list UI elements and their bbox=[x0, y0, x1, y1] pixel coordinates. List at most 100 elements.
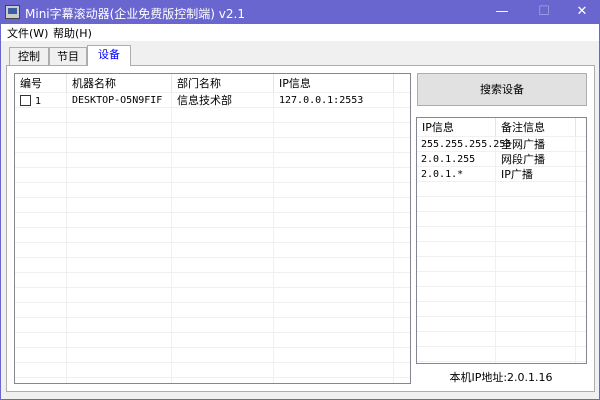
empty-row bbox=[15, 108, 410, 123]
empty-cell bbox=[172, 213, 274, 227]
tab-program[interactable]: 节目 bbox=[49, 47, 87, 66]
empty-cell bbox=[172, 228, 274, 242]
table-row[interactable]: 2.0.1.255 网段广播 bbox=[417, 152, 586, 167]
empty-cell bbox=[67, 138, 172, 152]
empty-row bbox=[15, 303, 410, 318]
empty-row bbox=[15, 243, 410, 258]
menu-help[interactable]: 帮助(H) bbox=[53, 25, 92, 41]
close-button[interactable]: ✕ bbox=[567, 3, 597, 21]
empty-cell bbox=[15, 243, 67, 257]
empty-cell bbox=[172, 138, 274, 152]
empty-cell bbox=[15, 288, 67, 302]
empty-row bbox=[15, 183, 410, 198]
table-header: 编号 机器名称 部门名称 IP信息 bbox=[15, 74, 410, 93]
empty-cell bbox=[496, 197, 576, 211]
minimize-button[interactable]: — bbox=[487, 3, 517, 21]
empty-cell bbox=[172, 258, 274, 272]
empty-cell bbox=[274, 258, 394, 272]
table-row[interactable]: 1 DESKTOP-O5N9FIF 信息技术部 127.0.0.1:2553 bbox=[15, 93, 410, 108]
table-row[interactable]: 255.255.255.255 全网广播 bbox=[417, 137, 586, 152]
broadcast-ip: 2.0.1.* bbox=[417, 167, 496, 181]
empty-cell bbox=[496, 182, 576, 196]
empty-cell bbox=[417, 182, 496, 196]
broadcast-note: 全网广播 bbox=[496, 137, 576, 151]
empty-cell bbox=[172, 168, 274, 182]
empty-row bbox=[417, 272, 586, 287]
empty-cell bbox=[67, 168, 172, 182]
table-row[interactable]: 2.0.1.* IP广播 bbox=[417, 167, 586, 182]
device-table[interactable]: 编号 机器名称 部门名称 IP信息 1 DESKTOP-O5N9FIF 信息技术… bbox=[14, 73, 411, 384]
empty-cell bbox=[15, 228, 67, 242]
empty-cell bbox=[172, 378, 274, 383]
empty-row bbox=[15, 363, 410, 378]
empty-cell bbox=[67, 273, 172, 287]
row-checkbox[interactable] bbox=[20, 95, 31, 106]
app-icon bbox=[5, 5, 20, 19]
empty-row bbox=[15, 273, 410, 288]
empty-row bbox=[417, 227, 586, 242]
empty-cell bbox=[417, 227, 496, 241]
empty-cell bbox=[67, 123, 172, 137]
column-header[interactable]: IP信息 bbox=[417, 118, 496, 136]
empty-cell bbox=[274, 303, 394, 317]
empty-row bbox=[15, 168, 410, 183]
empty-row bbox=[417, 182, 586, 197]
empty-cell bbox=[67, 318, 172, 332]
tab-devices[interactable]: 设备 bbox=[87, 45, 131, 66]
empty-cell bbox=[172, 198, 274, 212]
empty-cell bbox=[67, 198, 172, 212]
empty-cell bbox=[15, 123, 67, 137]
empty-cell bbox=[274, 138, 394, 152]
empty-cell bbox=[417, 362, 496, 363]
column-header[interactable]: 部门名称 bbox=[172, 74, 274, 92]
empty-cell bbox=[274, 318, 394, 332]
empty-cell bbox=[67, 333, 172, 347]
column-header[interactable]: 机器名称 bbox=[67, 74, 172, 92]
menu-file[interactable]: 文件(W) bbox=[7, 25, 48, 41]
empty-cell bbox=[274, 153, 394, 167]
empty-cell bbox=[15, 168, 67, 182]
device-name: DESKTOP-O5N9FIF bbox=[67, 93, 172, 107]
tab-control[interactable]: 控制 bbox=[9, 47, 49, 66]
empty-cell bbox=[15, 273, 67, 287]
empty-cell bbox=[496, 332, 576, 346]
empty-row bbox=[417, 212, 586, 227]
search-devices-button[interactable]: 搜索设备 bbox=[417, 73, 587, 106]
empty-row bbox=[417, 332, 586, 347]
empty-cell bbox=[417, 212, 496, 226]
broadcast-ip: 255.255.255.255 bbox=[417, 137, 511, 151]
empty-cell bbox=[15, 153, 67, 167]
empty-row bbox=[15, 378, 410, 383]
empty-cell bbox=[496, 257, 576, 271]
empty-cell bbox=[496, 347, 576, 361]
empty-cell bbox=[15, 213, 67, 227]
column-header[interactable]: IP信息 bbox=[274, 74, 394, 92]
empty-row bbox=[417, 317, 586, 332]
empty-row bbox=[417, 362, 586, 363]
empty-row bbox=[417, 242, 586, 257]
column-header[interactable]: 编号 bbox=[15, 74, 67, 92]
empty-row bbox=[417, 197, 586, 212]
empty-cell bbox=[172, 123, 274, 137]
empty-cell bbox=[274, 228, 394, 242]
empty-cell bbox=[67, 183, 172, 197]
empty-row bbox=[417, 287, 586, 302]
empty-cell bbox=[417, 347, 496, 361]
empty-cell bbox=[67, 228, 172, 242]
empty-row bbox=[417, 302, 586, 317]
empty-cell bbox=[274, 243, 394, 257]
empty-cell bbox=[172, 183, 274, 197]
empty-cell bbox=[15, 363, 67, 377]
broadcast-table[interactable]: IP信息 备注信息 255.255.255.255 全网广播 2.0.1.255… bbox=[416, 117, 587, 364]
empty-cell bbox=[172, 243, 274, 257]
empty-row bbox=[15, 138, 410, 153]
maximize-button[interactable]: ☐ bbox=[529, 3, 559, 21]
column-header[interactable]: 备注信息 bbox=[496, 118, 576, 136]
empty-cell bbox=[67, 243, 172, 257]
empty-cell bbox=[172, 108, 274, 122]
empty-cell bbox=[172, 348, 274, 362]
empty-cell bbox=[172, 333, 274, 347]
empty-cell bbox=[274, 198, 394, 212]
empty-cell bbox=[172, 303, 274, 317]
empty-cell bbox=[417, 272, 496, 286]
